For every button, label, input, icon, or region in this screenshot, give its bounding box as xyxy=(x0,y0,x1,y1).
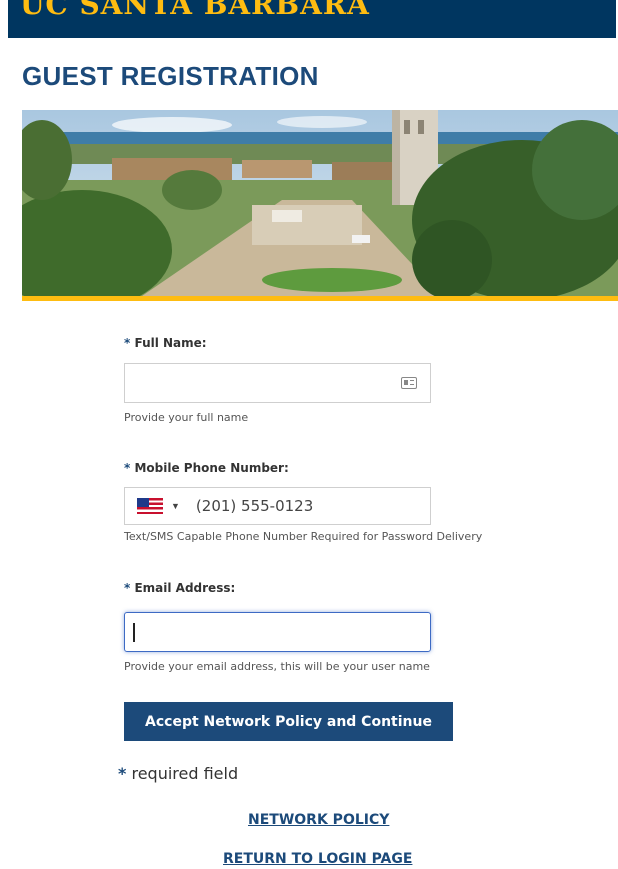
mobile-phone-group: * Mobile Phone Number: ▼ (201) 555-0123 … xyxy=(124,458,544,543)
full-name-group: * Full Name: Provide your full name xyxy=(124,333,544,424)
us-flag-icon[interactable] xyxy=(137,498,163,514)
brand-logo: UC SANTA BARBARA xyxy=(20,0,370,21)
network-policy-link[interactable]: NETWORK POLICY xyxy=(248,812,389,828)
contact-card-icon[interactable] xyxy=(401,377,417,389)
email-help: Provide your email address, this will be… xyxy=(124,660,430,673)
accept-policy-continue-button[interactable]: Accept Network Policy and Continue xyxy=(124,702,453,741)
mobile-phone-label: * Mobile Phone Number: xyxy=(124,461,289,475)
header-bar: UC SANTA BARBARA xyxy=(8,0,616,38)
full-name-label: * Full Name: xyxy=(124,336,207,350)
email-group: * Email Address: Provide your email addr… xyxy=(124,578,544,673)
full-name-input[interactable] xyxy=(124,363,431,403)
required-marker: * xyxy=(124,336,131,350)
required-marker: * xyxy=(124,581,131,595)
mobile-phone-help: Text/SMS Capable Phone Number Required f… xyxy=(124,530,483,543)
text-cursor xyxy=(133,623,135,642)
email-input[interactable] xyxy=(124,612,431,652)
page-title: GUEST REGISTRATION xyxy=(22,61,319,91)
guest-registration-form: * Full Name: Provide your full name * Mo… xyxy=(124,333,544,673)
mobile-phone-input[interactable]: ▼ (201) 555-0123 xyxy=(124,487,431,525)
required-field-note: * required field xyxy=(118,764,239,783)
full-name-help: Provide your full name xyxy=(124,411,249,424)
return-to-login-link[interactable]: RETURN TO LOGIN PAGE xyxy=(223,851,412,867)
country-dropdown-caret-icon[interactable]: ▼ xyxy=(171,501,180,511)
hero-accent-bar xyxy=(22,296,618,301)
campus-hero-image xyxy=(22,110,618,296)
required-marker: * xyxy=(118,764,127,783)
phone-value: (201) 555-0123 xyxy=(195,497,314,515)
required-marker: * xyxy=(124,461,131,475)
email-label: * Email Address: xyxy=(124,581,236,595)
